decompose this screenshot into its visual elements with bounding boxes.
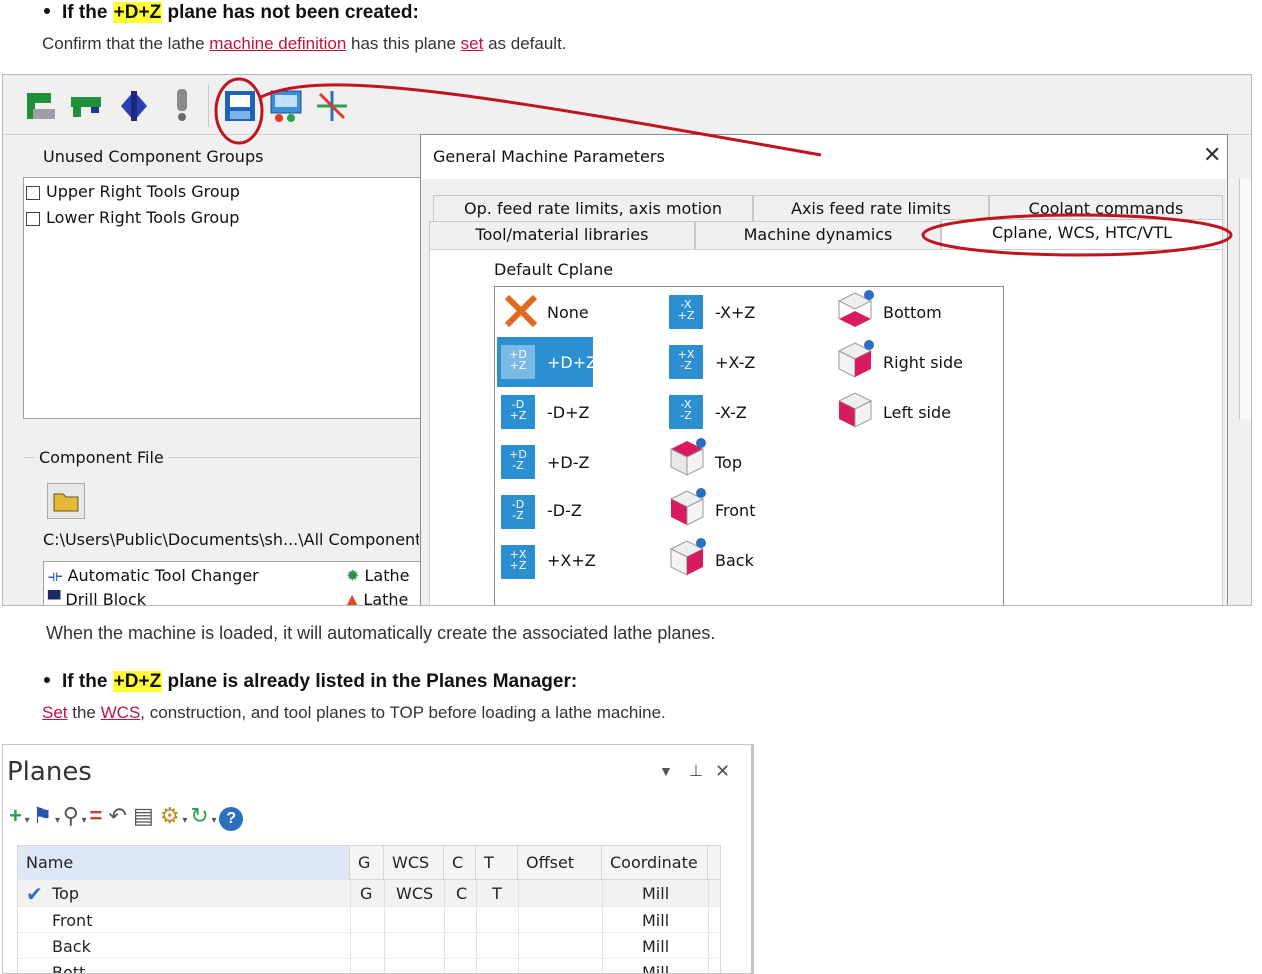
text: Confirm that the lathe [42,34,210,53]
heading-text: If the [62,671,113,692]
set-link[interactable]: Set [42,703,68,722]
row-t[interactable]: T [492,884,502,903]
row-name: Bott [52,963,86,974]
chevron-down-icon[interactable]: ▾ [22,815,33,826]
row-coordinate: Mill [642,884,670,903]
table-row[interactable]: ✔ Top G WCS C T Mill [18,880,720,906]
heading-text: plane is already listed in the Planes Ma… [162,671,578,692]
table-row[interactable]: Back Mill [18,932,720,958]
close-icon[interactable]: ✕ [715,761,730,782]
col-header-name[interactable]: Name [18,846,350,880]
help-icon[interactable]: ? [219,807,244,831]
machine-definition-link[interactable]: machine definition [209,34,346,53]
add-icon[interactable]: + [9,803,22,828]
table-header: Name G WCS C T Offset Coordinate [18,846,720,880]
col-header-g[interactable]: G [350,846,384,880]
dropdown-icon[interactable]: ▼ [659,763,673,779]
annotation-arrow-line [260,83,822,157]
search-icon[interactable]: ⚲ [63,803,79,828]
planes-table: Name G WCS C T Offset Coordinate ✔ Top G… [17,845,721,974]
grid-line [384,880,385,973]
wcs-link[interactable]: WCS [101,703,141,722]
planes-manager-panel: Planes ▼ ⊥ ✕ + ▾ ⚑ ▾ ⚲ ▾ = ↶ ▤ ⚙ ▾ ↻ ▾ ?… [2,744,754,974]
text: as default. [483,34,567,53]
row-wcs[interactable]: WCS [396,884,433,903]
set-link[interactable]: set [461,34,484,53]
text: the [67,703,101,722]
col-header-t[interactable]: T [476,846,518,880]
grid-line [350,880,351,973]
instruction-paragraph-2: Set the WCS, construction, and tool plan… [42,703,666,723]
row-name: Back [52,937,91,956]
grid-line [708,880,709,973]
bullet-heading-2: If the +D+Z plane is already listed in t… [44,671,577,693]
row-name: Top [52,884,79,903]
text: has this plane [346,34,461,53]
col-header-offset[interactable]: Offset [518,846,602,880]
col-header-coordinate[interactable]: Coordinate [602,846,708,880]
annotation-circle-tab [921,213,1233,257]
flag-icon[interactable]: ⚑ [32,803,52,828]
col-header-wcs[interactable]: WCS [384,846,444,880]
row-coordinate: Mill [642,937,670,956]
refresh-icon[interactable]: ↻ [190,803,208,828]
highlight-term: +D+Z [112,2,163,23]
col-header-c[interactable]: C [444,846,476,880]
grid-line [518,880,519,973]
pin-icon[interactable]: ⊥ [689,761,703,781]
chevron-down-icon[interactable]: ▾ [180,815,191,826]
annotation-overlay [214,77,1233,257]
heading-text: If the [62,2,113,23]
equals-icon[interactable]: = [89,803,102,828]
row-c[interactable]: C [456,884,467,903]
text: , construction, and tool planes to TOP b… [140,703,666,722]
instruction-paragraph-1: Confirm that the lathe machine definitio… [42,34,567,54]
row-coordinate: Mill [642,911,670,930]
check-icon: ✔ [26,882,43,906]
bullet-dot [44,676,50,683]
bullet-heading-1: If the +D+Z plane has not been created: [44,2,419,24]
chevron-down-icon[interactable]: ▾ [52,815,63,826]
planes-title: Planes [7,757,92,787]
grid-line [476,880,477,973]
row-name: Front [52,911,93,930]
undo-icon[interactable]: ↶ [108,803,126,828]
bullet-dot [44,7,50,14]
table-row[interactable]: Bott Mill [18,958,720,974]
row-coordinate: Mill [642,963,670,974]
table-row[interactable]: Front Mill [18,906,720,932]
grid-line [602,880,603,973]
heading-text: plane has not been created: [162,2,419,23]
paragraph-machine-loaded: When the machine is loaded, it will auto… [46,623,716,643]
highlight-term: +D+Z [112,671,163,692]
document-icon[interactable]: ▤ [133,803,154,828]
machine-definition-screenshot: Unused Component Groups Upper Right Tool… [2,74,1252,606]
gear-icon[interactable]: ⚙ [160,803,180,828]
chevron-down-icon[interactable]: ▾ [209,815,220,826]
grid-line [444,880,445,973]
planes-toolbar: + ▾ ⚑ ▾ ⚲ ▾ = ↶ ▤ ⚙ ▾ ↻ ▾ ? [9,803,409,833]
annotation-circle-icon [214,77,264,145]
row-g[interactable]: G [360,884,372,903]
chevron-down-icon[interactable]: ▾ [79,815,90,826]
